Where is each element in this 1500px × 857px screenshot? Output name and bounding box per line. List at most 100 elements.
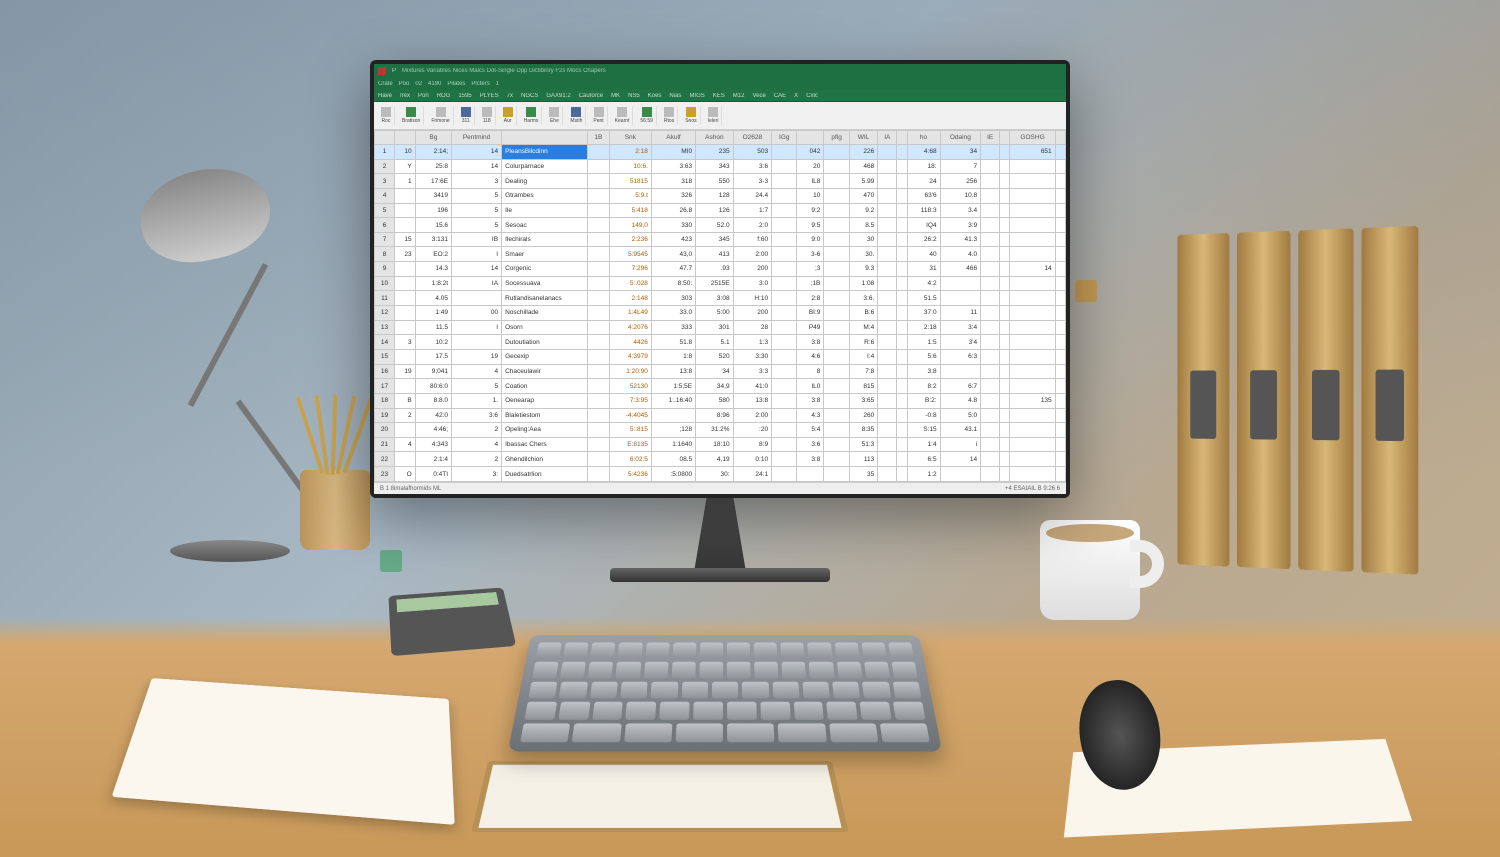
- ribbon-tab[interactable]: Cxlc: [806, 93, 818, 99]
- row-header[interactable]: 6: [375, 218, 395, 233]
- table-row[interactable]: 10 1:8:2t IA Socessuava 5:.028 8:50: 251…: [375, 276, 1066, 291]
- ribbon-tab[interactable]: Nias: [669, 93, 681, 99]
- column-header[interactable]: pflg: [824, 131, 849, 145]
- row-header[interactable]: 8: [375, 247, 395, 262]
- ribbon-tab[interactable]: MK: [611, 93, 620, 99]
- row-header[interactable]: 16: [375, 364, 395, 379]
- table-row[interactable]: 21 4 4:343 4 Ibassac Chers E:8135 1:1640…: [375, 437, 1066, 452]
- ribbon-tab[interactable]: NGCS: [521, 93, 538, 99]
- ribbon-icon[interactable]: [526, 107, 536, 117]
- table-row[interactable]: 11 4.05 Rutlandisanelanacs 2:148 303 3:0…: [375, 291, 1066, 306]
- column-header[interactable]: Akulf: [651, 131, 695, 145]
- table-row[interactable]: 13 11.5 I Osorn 4:2076 333 301 28 P49 M:…: [375, 320, 1066, 335]
- ribbon-tab[interactable]: 1595: [458, 93, 471, 99]
- table-row[interactable]: 18 B 8:8.0 1. Oenearap 7:3:95 1:.16:40 5…: [375, 393, 1066, 408]
- ribbon-tab[interactable]: Cauforce: [579, 93, 603, 99]
- ribbon-tab[interactable]: GAX91:2: [546, 93, 570, 99]
- ribbon-tab[interactable]: MIGS: [689, 93, 704, 99]
- table-row[interactable]: 15 17.5 19 Gecexip 4:3979 1:8 520 3:30 4…: [375, 349, 1066, 364]
- ribbon-tab[interactable]: CAE: [774, 93, 786, 99]
- table-row[interactable]: 7 15 3:131 IB Ilechirals 2:236 423 345 f…: [375, 232, 1066, 247]
- ribbon-group[interactable]: 56:59: [637, 106, 657, 125]
- row-header[interactable]: 21: [375, 437, 395, 452]
- row-header[interactable]: 9: [375, 262, 395, 277]
- ribbon-tab[interactable]: KES: [713, 93, 725, 99]
- column-header[interactable]: [1055, 131, 1065, 145]
- table-row[interactable]: 9 14.3 14 Corgenic 7:296 47.7 .93 200 ;3…: [375, 262, 1066, 277]
- menu-item[interactable]: Pilates: [447, 81, 465, 87]
- column-header[interactable]: Bg: [415, 131, 451, 145]
- ribbon-icon[interactable]: [381, 107, 391, 117]
- row-header[interactable]: 10: [375, 276, 395, 291]
- ribbon-tab[interactable]: Koes: [648, 93, 662, 99]
- ribbon-icon[interactable]: [686, 107, 696, 117]
- column-header[interactable]: O2628: [733, 131, 772, 145]
- row-header[interactable]: 20: [375, 423, 395, 438]
- column-header[interactable]: [395, 131, 416, 145]
- table-row[interactable]: 6 15.6 5 Sesoac 149,0 330 52.0 2:0 9:5 8…: [375, 218, 1066, 233]
- row-header[interactable]: 2: [375, 159, 395, 174]
- column-header[interactable]: WIL: [849, 131, 878, 145]
- ribbon-tab[interactable]: M12: [733, 93, 745, 99]
- ribbon-tab[interactable]: NS5: [628, 93, 640, 99]
- ribbon-tab[interactable]: 7x: [507, 93, 513, 99]
- ribbon-group[interactable]: Mstih: [567, 106, 586, 125]
- table-row[interactable]: 19 2 42:0 3:6 Blaletiestom -4:4045 8:96 …: [375, 408, 1066, 423]
- ribbon-tab[interactable]: ROG: [437, 93, 451, 99]
- ribbon-group[interactable]: Aur: [500, 106, 517, 125]
- column-header[interactable]: Snk: [609, 131, 651, 145]
- menubar[interactable]: CratePoo024190PilatesPlcters1: [374, 78, 1066, 90]
- ribbon-group[interactable]: Roc: [378, 106, 395, 125]
- row-header[interactable]: 23: [375, 467, 395, 482]
- ribbon-tab[interactable]: Have: [378, 93, 392, 99]
- table-row[interactable]: 22 2:1:4 2 Ghendilchion 6:02:5 08.5 4,19…: [375, 452, 1066, 467]
- ribbon-icon[interactable]: [482, 107, 492, 117]
- column-header[interactable]: IA: [878, 131, 897, 145]
- table-row[interactable]: 8 23 EO:2 I Smaer 5:9545 43,0 413 2:00 3…: [375, 247, 1066, 262]
- column-header[interactable]: ho: [907, 131, 940, 145]
- ribbon[interactable]: RocBratisonFrimone 311118AurHarmsEheMstih…: [374, 102, 1066, 130]
- menu-item[interactable]: 1: [496, 81, 499, 87]
- menu-item[interactable]: 4190: [428, 81, 441, 87]
- table-row[interactable]: 4 3419 5 Gtrambes 5:9.t 326 128 24.4 10 …: [375, 188, 1066, 203]
- menu-item[interactable]: Plcters: [471, 81, 489, 87]
- column-header[interactable]: 1B: [588, 131, 610, 145]
- row-header[interactable]: 7: [375, 232, 395, 247]
- ribbon-group[interactable]: Kearnt: [612, 106, 634, 125]
- column-header[interactable]: [797, 131, 824, 145]
- menu-item[interactable]: 02: [415, 81, 422, 87]
- ribbon-group[interactable]: 311: [458, 106, 475, 125]
- table-row[interactable]: 5 196 5 Ile 5:418 26.8 126 1:7 9:2 9.2 1…: [375, 203, 1066, 218]
- ribbon-group[interactable]: Ieleri: [705, 106, 723, 125]
- ribbon-group[interactable]: Bratison: [399, 106, 424, 125]
- table-row[interactable]: 17 80:6:0 5 Coation 52130 1:5;5E 34,9 41…: [375, 379, 1066, 394]
- row-header[interactable]: 11: [375, 291, 395, 306]
- column-header[interactable]: GOSHG: [1010, 131, 1055, 145]
- table-row[interactable]: 23 O 0:4TI 3: Duedsatrlion 5:4236 :5:080…: [375, 467, 1066, 482]
- ribbon-icon[interactable]: [549, 107, 559, 117]
- ribbon-icon[interactable]: [406, 107, 416, 117]
- row-header[interactable]: 12: [375, 306, 395, 321]
- ribbon-tab[interactable]: Irex: [400, 93, 410, 99]
- row-header[interactable]: 22: [375, 452, 395, 467]
- ribbon-icon[interactable]: [642, 107, 652, 117]
- row-header[interactable]: 17: [375, 379, 395, 394]
- row-header[interactable]: 1: [375, 145, 395, 160]
- menu-item[interactable]: Crate: [378, 81, 393, 87]
- column-header[interactable]: [502, 131, 588, 145]
- ribbon-group[interactable]: Pent: [590, 106, 607, 125]
- ribbon-icon[interactable]: [436, 107, 446, 117]
- ribbon-icon[interactable]: [461, 107, 471, 117]
- ribbon-group[interactable]: Ehe: [546, 106, 563, 125]
- table-row[interactable]: 3 1 17:6E 3 Dealing 51815 318 550 3-3 IL…: [375, 174, 1066, 189]
- ribbon-tab[interactable]: Vece: [752, 93, 765, 99]
- row-header[interactable]: 19: [375, 408, 395, 423]
- ribbon-group[interactable]: 118: [479, 106, 496, 125]
- table-row[interactable]: 2 Y 25:8 14 Colurparnace 10:6. 3:63 343 …: [375, 159, 1066, 174]
- column-header[interactable]: Ashon: [696, 131, 733, 145]
- ribbon-icon[interactable]: [503, 107, 513, 117]
- ribbon-icon[interactable]: [594, 107, 604, 117]
- ribbon-group[interactable]: Rtos: [661, 106, 678, 125]
- ribbon-group[interactable]: Harms: [521, 106, 543, 125]
- ribbon-group[interactable]: Frimone: [428, 106, 453, 125]
